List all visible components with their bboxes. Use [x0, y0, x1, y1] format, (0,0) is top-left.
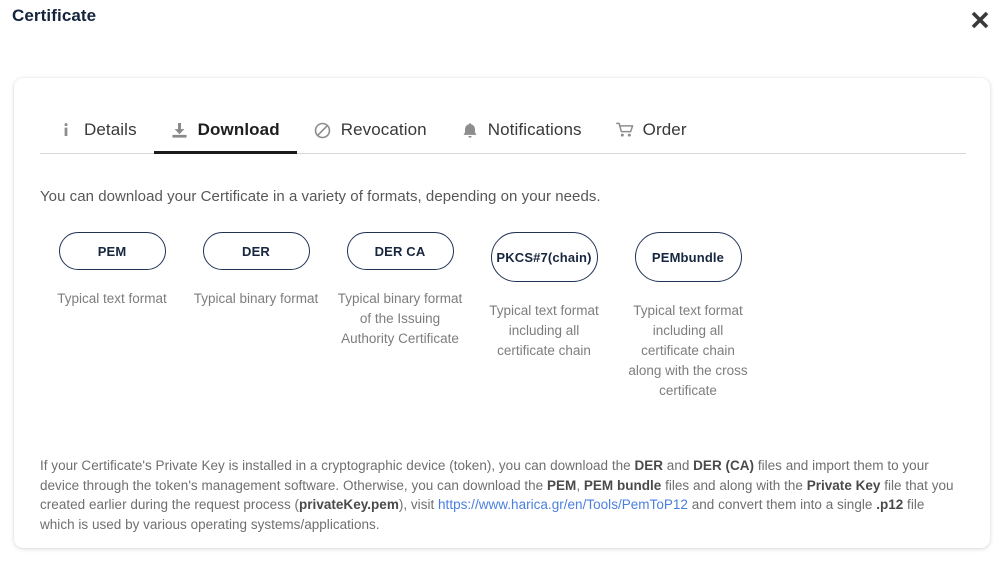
tab-notifications[interactable]: Notifications	[444, 109, 599, 154]
info-icon	[57, 121, 75, 139]
download-der-ca-button[interactable]: DER CA	[347, 232, 454, 270]
footer-text-part8: and convert them into a single	[688, 497, 876, 512]
download-pem-bundle-label-line1: PEM	[652, 248, 681, 267]
format-description-der-ca: Typical binary format of the Issuing Aut…	[338, 289, 463, 349]
tab-revocation-label: Revocation	[341, 120, 427, 140]
format-option-pkcs7: PKCS#7 (chain) Typical text format inclu…	[472, 232, 616, 361]
footer-bold-private-key: Private Key	[807, 478, 881, 493]
download-pem-bundle-button[interactable]: PEM bundle	[635, 232, 742, 282]
download-icon	[171, 121, 189, 139]
footer-bold-pem-bundle: PEM bundle	[584, 478, 661, 493]
modal-header: Certificate	[0, 0, 1005, 62]
footer-bold-der: DER	[634, 458, 663, 473]
format-description-pem: Typical text format	[50, 289, 175, 309]
footer-bold-pem: PEM	[547, 478, 576, 493]
download-pkcs7-button[interactable]: PKCS#7 (chain)	[491, 232, 598, 282]
tab-details[interactable]: Details	[40, 109, 154, 154]
intro-text: You can download your Certificate in a v…	[40, 188, 601, 205]
certificate-card: Details Download Revocation	[14, 78, 990, 548]
tab-details-label: Details	[84, 120, 137, 140]
footer-text-part4: ,	[576, 478, 584, 493]
tab-bar: Details Download Revocation	[40, 108, 966, 154]
download-pkcs7-label-line2: (chain)	[548, 248, 592, 267]
format-option-pem: PEM Typical text format	[40, 232, 184, 309]
tab-order[interactable]: Order	[599, 109, 704, 154]
format-option-der-ca: DER CA Typical binary format of the Issu…	[328, 232, 472, 349]
page-title: Certificate	[12, 6, 96, 26]
pem-to-p12-link[interactable]: https://www.harica.gr/en/Tools/PemToP12	[438, 497, 688, 512]
tab-download-label: Download	[198, 120, 280, 140]
format-options-list: PEM Typical text format DER Typical bina…	[40, 232, 970, 401]
download-pkcs7-label-line1: PKCS#7	[496, 248, 547, 267]
footer-text-part1: If your Certificate's Private Key is ins…	[40, 458, 634, 473]
format-option-der: DER Typical binary format	[184, 232, 328, 309]
footer-text-part5: files and along with the	[661, 478, 806, 493]
download-pem-bundle-label-line2: bundle	[681, 248, 725, 267]
format-description-pkcs7: Typical text format including all certif…	[482, 301, 607, 361]
tab-notifications-label: Notifications	[488, 120, 582, 140]
format-option-pem-bundle: PEM bundle Typical text format including…	[616, 232, 760, 401]
footer-text-part2: and	[663, 458, 693, 473]
footer-bold-p12: .p12	[876, 497, 903, 512]
tab-download[interactable]: Download	[154, 109, 297, 154]
format-description-pem-bundle: Typical text format including all certif…	[626, 301, 751, 401]
tab-order-label: Order	[643, 120, 687, 140]
bell-icon	[461, 121, 479, 139]
download-pem-button[interactable]: PEM	[59, 232, 166, 270]
tab-revocation[interactable]: Revocation	[297, 109, 444, 154]
download-der-button[interactable]: DER	[203, 232, 310, 270]
footer-bold-der-ca: DER (CA)	[693, 458, 754, 473]
prohibition-icon	[314, 121, 332, 139]
footer-note: If your Certificate's Private Key is ins…	[40, 456, 960, 534]
close-icon[interactable]	[965, 5, 995, 35]
shopping-cart-icon	[616, 121, 634, 139]
footer-text-part7: ), visit	[399, 497, 438, 512]
footer-bold-privatekey-pem: privateKey.pem	[299, 497, 399, 512]
format-description-der: Typical binary format	[194, 289, 319, 309]
